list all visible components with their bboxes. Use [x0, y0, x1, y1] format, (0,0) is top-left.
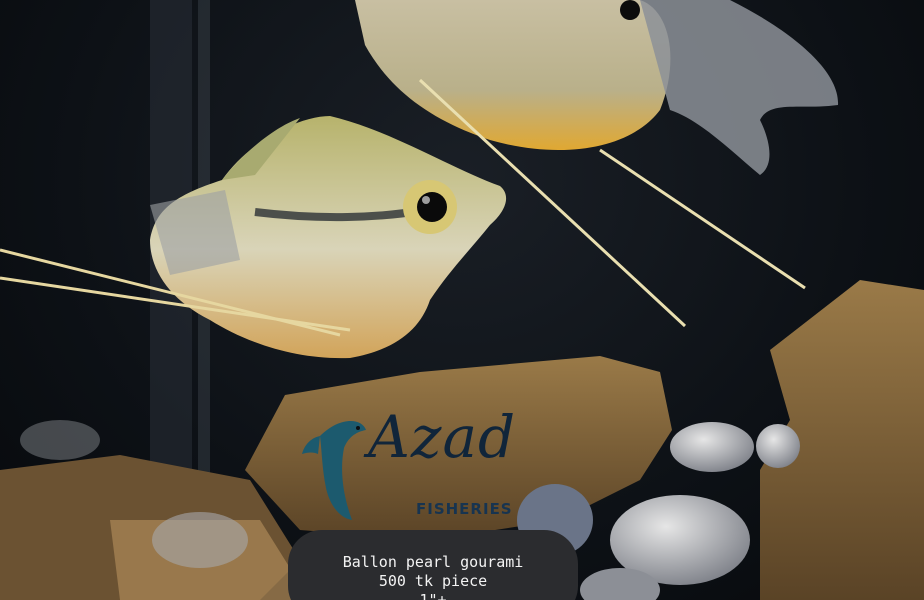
brand-name: Azad — [368, 403, 517, 471]
main-fish — [0, 116, 507, 359]
fish-logo-icon — [302, 420, 366, 520]
caption-product-name: Ballon pearl gourami — [342, 553, 524, 571]
tail-fin — [640, 0, 839, 175]
caption-size: 1"+ — [419, 591, 447, 600]
pebble — [670, 422, 754, 472]
fish-eye — [417, 192, 447, 222]
pebble — [756, 424, 800, 468]
pebble — [152, 512, 248, 568]
price-caption: Ballon pearl gourami 500 tk piece 1"+ — [288, 530, 578, 600]
caption-price: 500 tk piece — [378, 572, 488, 590]
feeler-fin — [599, 148, 806, 290]
fish-eye — [620, 0, 640, 20]
brand-subtitle: FISHERIES — [416, 500, 513, 518]
brand-logo: Azad FISHERIES — [300, 408, 530, 528]
aquarium-photo: Azad FISHERIES Ballon pearl gourami 500 … — [0, 0, 924, 600]
pebble — [20, 420, 100, 460]
